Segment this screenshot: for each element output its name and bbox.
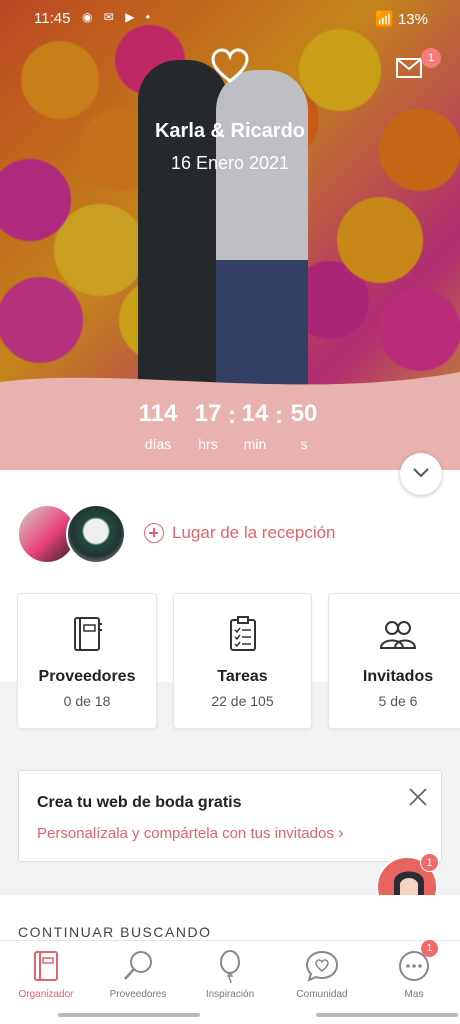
couple-names: Karla & Ricardo — [154, 120, 306, 142]
balloon-icon — [220, 950, 240, 983]
heart-icon — [211, 48, 249, 83]
chevron-down-icon — [413, 468, 429, 478]
card-title: Tareas — [217, 668, 268, 685]
plus-circle-icon[interactable] — [144, 523, 164, 543]
avatar-groom[interactable] — [66, 504, 126, 564]
countdown-separator: : — [275, 402, 283, 429]
tab-organizador[interactable]: Organizador — [0, 949, 92, 1000]
countdown-days: 114 días — [138, 400, 178, 452]
status-bar: 11:45 ◉ ✉ ▶ • 📶 13% — [0, 0, 460, 36]
more-badge: 1 — [421, 940, 438, 957]
card-title: Invitados — [362, 668, 434, 685]
tab-mas[interactable]: Mas — [368, 949, 460, 1000]
bottom-tab-bar: Organizador Proveedores Inspiración Comu… — [0, 940, 460, 1024]
card-title: Proveedores — [38, 668, 136, 685]
section-title: CONTINUAR BUSCANDO — [18, 924, 212, 940]
status-right: 📶 13% — [375, 10, 428, 28]
card-invitados[interactable]: Invitados 5 de 6 — [328, 593, 460, 729]
countdown-seconds: 50 s — [290, 400, 318, 452]
countdown-separator: : — [228, 402, 236, 429]
nav-handle — [316, 1013, 458, 1017]
wedding-date: 16 Enero 2021 — [170, 153, 290, 173]
battery-level: 13% — [397, 11, 428, 28]
countdown-hours: 17 hrs — [194, 400, 222, 452]
assistant-badge: 1 — [420, 853, 439, 872]
card-tareas[interactable]: Tareas 22 de 105 — [173, 593, 312, 729]
notification-icons: ◉ ✉ ▶ • — [82, 10, 154, 24]
reception-link[interactable]: Lugar de la recepción — [172, 523, 336, 543]
promo-title: Crea tu web de boda gratis — [37, 794, 242, 811]
checklist-icon — [229, 616, 256, 651]
card-proveedores[interactable]: Proveedores 0 de 18 — [17, 593, 157, 729]
guests-icon — [379, 621, 417, 649]
close-icon[interactable] — [408, 787, 428, 807]
wedding-website-promo: Crea tu web de boda gratis Personalízala… — [18, 770, 442, 862]
countdown-minutes: 14 min — [241, 400, 269, 452]
nav-handle — [58, 1013, 200, 1017]
card-count: 5 de 6 — [378, 693, 418, 709]
notebook-icon — [74, 617, 102, 651]
chevron-right-icon: › — [338, 823, 344, 842]
organizer-icon — [34, 951, 58, 981]
card-count: 22 de 105 — [211, 693, 274, 709]
mail-badge: 1 — [421, 48, 441, 68]
mail-icon[interactable] — [396, 58, 422, 78]
expand-button[interactable] — [400, 453, 442, 495]
tab-comunidad[interactable]: Comunidad — [276, 949, 368, 1000]
search-icon — [124, 951, 152, 980]
tab-proveedores[interactable]: Proveedores — [92, 949, 184, 1000]
tab-inspiracion[interactable]: Inspiración — [184, 949, 276, 1000]
status-time: 11:45 — [34, 10, 71, 27]
promo-link[interactable]: Personalízala y compártela con tus invit… — [37, 823, 344, 843]
signal-icon: 📶 — [375, 11, 398, 28]
chat-heart-icon — [305, 950, 339, 982]
card-count: 0 de 18 — [63, 693, 111, 709]
